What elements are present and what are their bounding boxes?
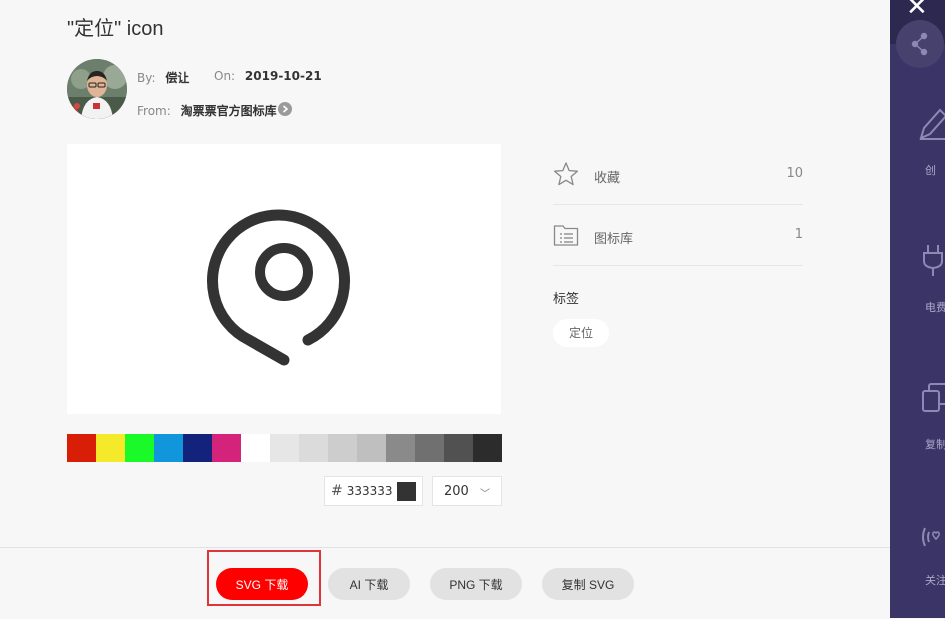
color-swatch[interactable] [328,434,357,462]
png-download-button[interactable]: PNG 下载 [430,568,522,600]
chevron-down-icon: ﹀ [480,489,490,500]
tags-heading: 标签 [553,292,580,307]
follow-icon[interactable] [919,522,945,552]
upload-date: 2019-10-21 [244,69,322,83]
share-icon [911,32,928,56]
chevron-right-icon[interactable] [278,102,292,116]
selection-highlight [207,550,321,606]
color-swatch[interactable] [67,434,96,462]
sidebar-item-electric[interactable]: 电费_ [925,299,945,315]
on-label: On: [214,69,236,83]
tag-location[interactable]: 定位 [553,319,609,347]
icon-preview [67,144,501,414]
date-line: On: 2019-10-21 [214,69,322,83]
color-hex-value[interactable]: 333333 [347,484,393,498]
size-select[interactable]: 200 ﹀ [432,476,502,506]
color-swatch[interactable] [444,434,473,462]
author-line: By: 偿让 [137,69,189,86]
author-avatar[interactable] [67,59,127,119]
library-row[interactable]: 图标库 1 [553,205,803,266]
close-icon[interactable]: ✕ [906,0,928,20]
favorite-label: 收藏 [594,171,621,186]
by-label: By: [137,71,156,85]
color-swatch[interactable] [386,434,415,462]
sidebar-item-create[interactable]: 创 [925,162,936,178]
sidebar-item-copy[interactable]: 复制 [925,436,945,452]
source-name[interactable]: 淘票票官方图标库 [181,104,277,118]
library-label: 图标库 [594,232,634,247]
library-icon [553,225,579,246]
sidebar-item-follow[interactable]: 关注 [925,572,945,588]
copy-svg-button[interactable]: 复制 SVG [542,568,634,600]
color-swatch[interactable] [154,434,183,462]
from-label: From: [137,104,171,118]
author-name[interactable]: 偿让 [165,71,189,85]
favorite-count: 10 [786,166,803,181]
share-button[interactable] [896,20,944,68]
star-icon[interactable] [553,161,579,187]
source-line: From: 淘票票官方图标库 [137,102,277,119]
library-count: 1 [794,227,803,242]
color-swatch[interactable] [241,434,270,462]
color-swatch[interactable] [473,434,502,462]
copy-icon[interactable] [921,382,945,416]
page-title: "定位" icon [67,18,164,40]
hash-symbol: # [331,483,343,499]
color-swatch[interactable] [212,434,241,462]
location-pin-icon [207,209,350,366]
color-chip[interactable] [397,482,416,501]
color-input[interactable]: # 333333 [324,476,423,506]
color-swatch[interactable] [357,434,386,462]
color-swatch[interactable] [270,434,299,462]
color-swatch[interactable] [183,434,212,462]
color-swatch[interactable] [125,434,154,462]
color-swatch[interactable] [415,434,444,462]
plug-icon[interactable] [921,243,945,277]
pen-icon[interactable] [918,106,945,140]
ai-download-button[interactable]: AI 下载 [328,568,410,600]
size-value: 200 [444,483,469,499]
favorite-row[interactable]: 收藏 10 [553,144,803,205]
color-swatch[interactable] [299,434,328,462]
color-swatch[interactable] [96,434,125,462]
color-palette [67,434,502,462]
